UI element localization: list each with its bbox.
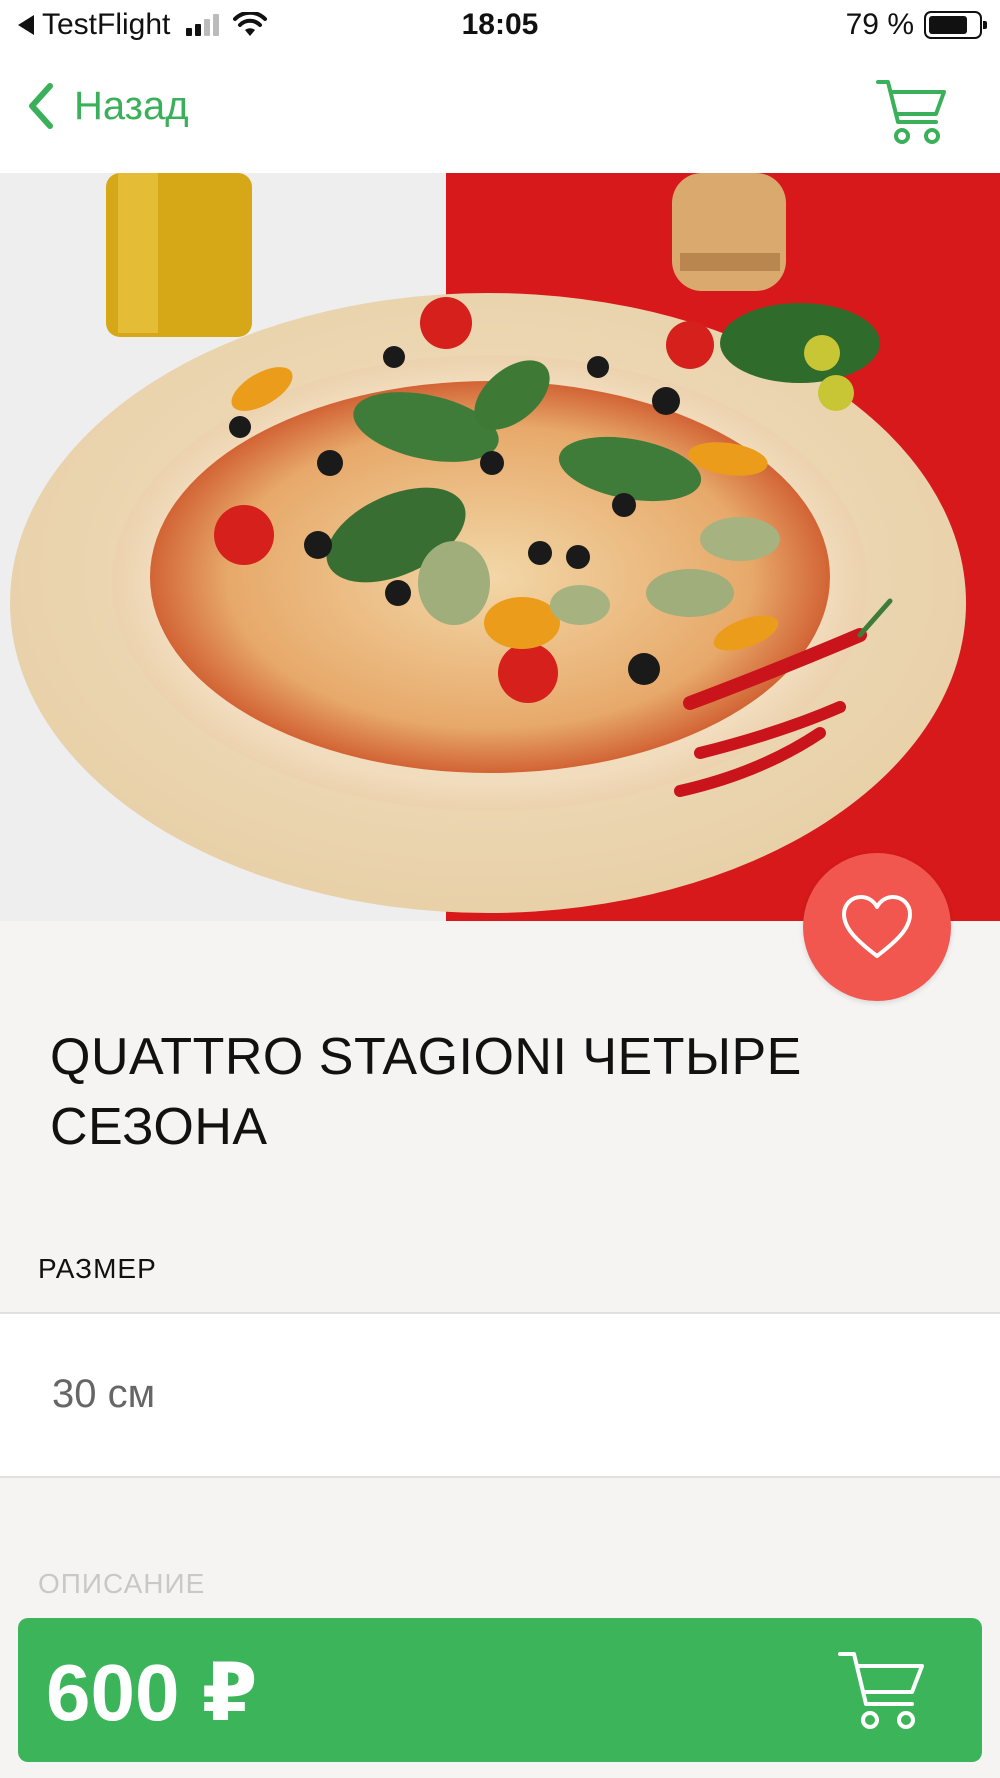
price-label: 600 ₽ (46, 1648, 258, 1737)
add-to-cart-button[interactable]: 600 ₽ (18, 1618, 982, 1762)
size-section-label: РАЗМЕР (38, 1253, 157, 1284)
battery-percent: 79 % (845, 8, 914, 41)
size-selector[interactable]: 30 см (0, 1312, 1000, 1478)
product-image (0, 173, 1000, 921)
back-label: Назад (74, 83, 189, 128)
status-bar: TestFlight 18:05 79 % (0, 0, 1000, 56)
product-title: QUATTRO STAGIONI ЧЕТЫРЕ СЕЗОНА (50, 1028, 802, 1156)
status-right: 79 % (845, 8, 987, 42)
battery-icon (924, 11, 987, 39)
favorite-button[interactable] (803, 853, 951, 1001)
chevron-left-icon (29, 83, 53, 129)
back-button[interactable]: Назад (26, 82, 189, 130)
description-section-label: ОПИСАНИЕ (38, 1568, 206, 1599)
cart-button[interactable] (874, 76, 948, 153)
cart-icon (838, 1652, 924, 1729)
size-value: 30 см (52, 1372, 156, 1416)
navigation-bar: Назад (0, 56, 1000, 172)
pizza-illustration (0, 173, 1000, 921)
cart-icon (876, 80, 946, 144)
heart-icon (842, 895, 912, 958)
